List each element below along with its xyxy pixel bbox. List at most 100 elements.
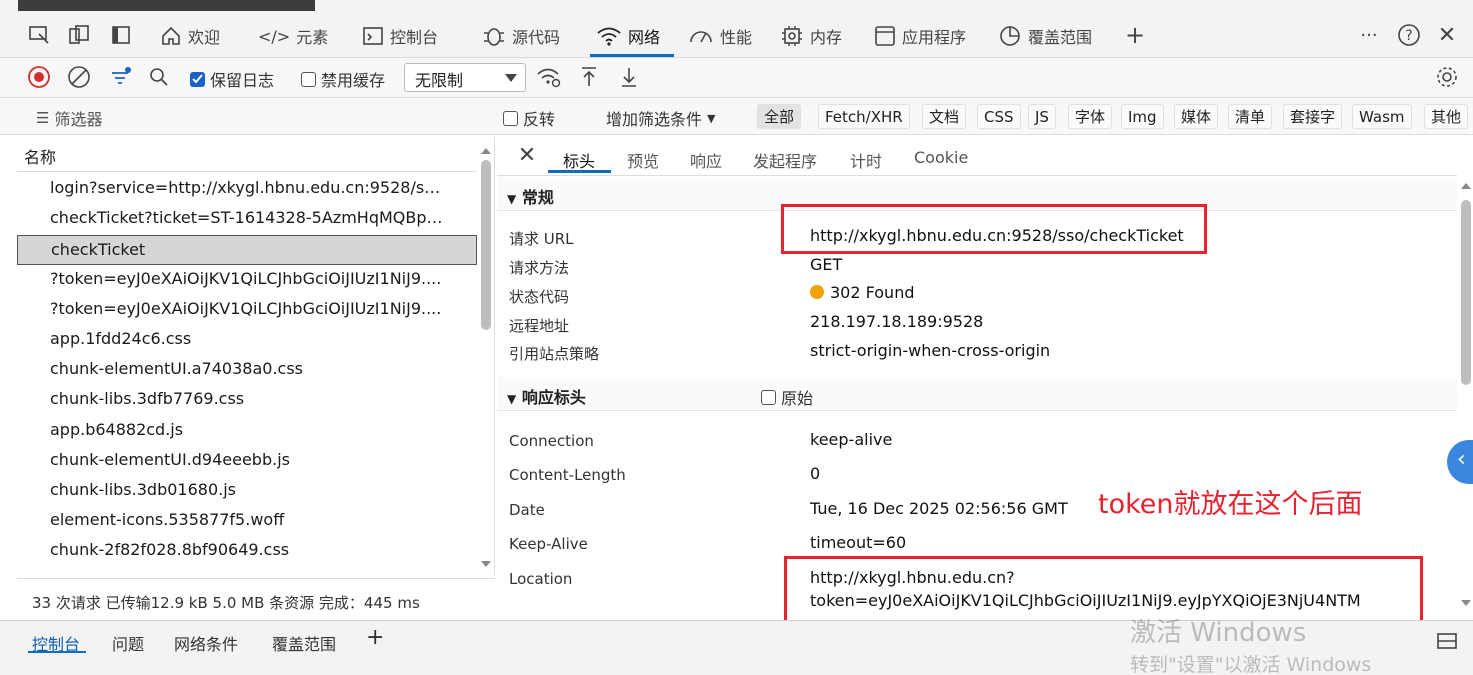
network-summary: 33 次请求 已传输12.9 kB 5.0 MB 条资源 完成：445 ms	[17, 578, 495, 620]
preserve-log-option[interactable]: 保留日志	[190, 67, 274, 91]
detail-scrollbar-thumb[interactable]	[1461, 200, 1471, 385]
svg-text:?: ?	[1405, 28, 1412, 44]
header-value: GET	[810, 255, 843, 274]
throttling-value: 无限制	[415, 71, 464, 90]
header-key: Content-Length	[509, 466, 626, 484]
filter-input[interactable]: ☰ 筛选器	[36, 106, 102, 130]
filter-type-socket[interactable]: 套接字	[1283, 104, 1343, 129]
clear-icon[interactable]	[66, 64, 92, 90]
request-row[interactable]: chunk-libs.3dfb7769.css	[17, 385, 477, 415]
tab-sources[interactable]: 源代码	[482, 20, 560, 52]
tab-console[interactable]: 控制台	[362, 20, 438, 52]
raw-headers-option[interactable]: 原始	[761, 385, 813, 409]
close-devtools-icon[interactable]: ✕	[1434, 22, 1460, 48]
close-detail-icon[interactable]: ✕	[514, 142, 540, 168]
request-row[interactable]: chunk-elementUI.a74038a0.css	[17, 355, 477, 385]
header-value: timeout=60	[810, 533, 907, 552]
header-key: 状态代码	[509, 288, 570, 306]
tab-performance[interactable]: 性能	[688, 20, 752, 52]
filter-type-fetch-xhr[interactable]: Fetch/XHR	[818, 104, 910, 129]
filter-type-media[interactable]: 媒体	[1174, 104, 1219, 129]
request-row[interactable]: app.1fdd24c6.css	[17, 325, 477, 355]
drawer-tab-issues[interactable]: 问题	[112, 631, 144, 655]
active-tab-indicator	[590, 54, 674, 57]
invert-label: 反转	[523, 110, 556, 129]
raw-headers-label: 原始	[781, 389, 814, 408]
filter-type-other[interactable]: 其他	[1424, 104, 1469, 129]
disable-cache-checkbox[interactable]	[301, 71, 316, 87]
tab-cookie[interactable]: Cookie	[914, 148, 968, 167]
throttling-select[interactable]: 无限制	[404, 63, 526, 92]
filter-type-doc[interactable]: 文档	[922, 104, 967, 129]
tab-coverage[interactable]: 覆盖范围	[998, 20, 1092, 52]
filter-type-wasm[interactable]: Wasm	[1352, 104, 1412, 129]
tab-memory[interactable]: 内存	[780, 20, 842, 52]
filter-icon: ☰	[36, 109, 50, 127]
invert-checkbox[interactable]	[503, 110, 518, 126]
filter-type-img[interactable]: Img	[1121, 104, 1164, 129]
filter-type-all[interactable]: 全部	[757, 104, 802, 129]
section-title: 常规	[521, 188, 554, 207]
invert-option[interactable]: 反转	[503, 106, 555, 130]
request-row[interactable]: ?token=eyJ0eXAiOiJKV1QiLCJhbGciOiJIUzI1N…	[17, 265, 477, 295]
tab-application[interactable]: 应用程序	[874, 20, 966, 52]
response-headers-section-header[interactable]: ▼ 响应标头	[497, 377, 1457, 411]
disable-cache-option[interactable]: 禁用缓存	[301, 67, 385, 91]
collapse-sidebar-icon[interactable]: ‹	[1447, 440, 1473, 484]
dock-drawer-icon[interactable]	[1434, 628, 1460, 654]
chevron-down-icon	[505, 74, 517, 82]
request-list-scrollbar-thumb[interactable]	[481, 160, 491, 330]
drawer-tab-coverage[interactable]: 覆盖范围	[272, 631, 336, 655]
filter-type-js[interactable]: JS	[1028, 104, 1056, 129]
import-har-icon[interactable]	[576, 64, 602, 90]
filter-settings-icon[interactable]	[108, 64, 134, 90]
request-row[interactable]: chunk-elementUI.d94eeebb.js	[17, 446, 477, 476]
tab-preview[interactable]: 预览	[627, 148, 659, 172]
tab-label: 元素	[296, 28, 329, 47]
collapse-triangle-icon: ▼	[507, 392, 517, 406]
dock-icon[interactable]	[108, 22, 134, 48]
windows-activation-hint: 转到"设置"以激活 Windows	[1130, 654, 1372, 675]
request-row[interactable]: ?token=eyJ0eXAiOiJKV1QiLCJhbGciOiJIUzI1N…	[17, 295, 477, 325]
header-key: 引用站点策略	[509, 345, 600, 363]
add-tab-icon[interactable]: +	[1122, 21, 1148, 49]
drawer-tab-network-conditions[interactable]: 网络条件	[174, 631, 238, 655]
status-code-value: 302 Found	[810, 283, 914, 302]
request-row[interactable]: login?service=http://xkygl.hbnu.edu.cn:9…	[17, 174, 477, 204]
filter-type-font[interactable]: 字体	[1068, 104, 1113, 129]
more-filters-dropdown[interactable]: 增加筛选条件 ▼	[606, 106, 715, 130]
request-row[interactable]: element-icons.535877f5.woff	[17, 506, 477, 536]
name-column-header[interactable]: 名称	[17, 136, 477, 172]
tab-welcome[interactable]: 欢迎	[160, 20, 220, 52]
header-key: 请求 URL	[509, 230, 574, 248]
network-conditions-icon[interactable]	[536, 64, 562, 90]
coverage-icon	[1000, 26, 1020, 46]
more-options-icon[interactable]: ···	[1356, 22, 1382, 48]
request-row[interactable]: chunk-2f82f028.8bf90649.css	[17, 536, 477, 566]
request-row-selected[interactable]: checkTicket	[17, 235, 477, 265]
header-value: 218.197.18.189:9528	[810, 312, 984, 331]
raw-headers-checkbox[interactable]	[761, 389, 776, 405]
preserve-log-checkbox[interactable]	[190, 71, 205, 87]
request-row[interactable]: chunk-libs.3db01680.js	[17, 476, 477, 506]
tab-headers[interactable]: 标头	[563, 148, 595, 172]
preserve-log-label: 保留日志	[210, 71, 275, 90]
request-row[interactable]: app.b64882cd.js	[17, 416, 477, 446]
device-emulation-icon[interactable]	[66, 22, 92, 48]
add-drawer-tab-icon[interactable]: +	[366, 625, 384, 650]
export-har-icon[interactable]	[616, 64, 642, 90]
filter-type-css[interactable]: CSS	[977, 104, 1021, 129]
console-icon	[363, 27, 383, 45]
tab-elements[interactable]: </> 元素	[258, 20, 328, 52]
network-settings-gear-icon[interactable]	[1434, 64, 1460, 90]
tab-timing[interactable]: 计时	[850, 148, 882, 172]
search-icon[interactable]	[146, 64, 172, 90]
request-row[interactable]: checkTicket?ticket=ST-1614328-5AzmHqMQBp…	[17, 204, 477, 234]
tab-initiator[interactable]: 发起程序	[753, 148, 817, 172]
record-icon[interactable]	[26, 64, 52, 90]
help-icon[interactable]: ?	[1396, 22, 1422, 48]
tab-network[interactable]: 网络	[596, 20, 660, 52]
filter-type-manifest[interactable]: 清单	[1228, 104, 1273, 129]
tab-response[interactable]: 响应	[690, 148, 722, 172]
inspect-icon[interactable]	[26, 22, 52, 48]
